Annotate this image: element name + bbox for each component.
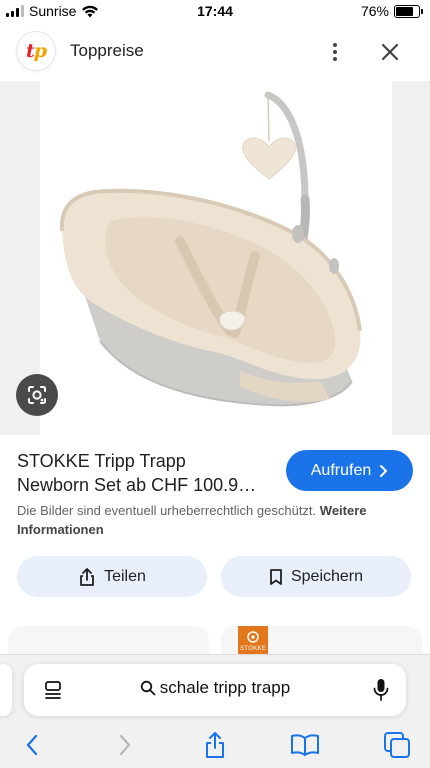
visit-button[interactable]: Aufrufen (286, 450, 413, 491)
share-button[interactable]: Teilen (17, 556, 207, 597)
microphone-icon[interactable] (372, 677, 390, 703)
forward-icon[interactable] (110, 730, 140, 760)
site-favicon: tp (17, 32, 55, 70)
back-icon[interactable] (17, 730, 47, 760)
share-sheet-icon[interactable] (200, 730, 230, 760)
visit-button-label: Aufrufen (310, 461, 372, 479)
lens-search-button[interactable] (16, 374, 58, 416)
share-icon (80, 567, 94, 586)
stokke-logo-mark (247, 631, 259, 643)
tabs-icon[interactable] (382, 730, 412, 760)
address-bar[interactable]: schale tripp trapp (24, 664, 406, 716)
share-label: Teilen (104, 567, 146, 585)
product-image[interactable] (40, 81, 392, 435)
save-button[interactable]: Speichern (221, 556, 411, 597)
newborn-seat-illustration (59, 91, 362, 407)
search-icon (140, 680, 156, 696)
product-title-line1: STOKKE Tripp Trapp (17, 451, 186, 471)
chevron-right-icon (380, 464, 388, 477)
search-query: schale tripp trapp (159, 678, 291, 697)
lens-camera-icon (28, 386, 46, 404)
battery-icon (394, 4, 423, 18)
more-options-icon[interactable] (323, 40, 347, 64)
close-icon[interactable] (376, 38, 404, 66)
product-title[interactable]: STOKKE Tripp Trapp Newborn Set ab CHF 10… (17, 449, 279, 497)
lens-result-header: tp Toppreise (0, 28, 430, 74)
status-bar: Sunrise 17:44 76% (0, 0, 430, 22)
product-title-line2: Newborn Set ab CHF 100.9… (17, 475, 257, 495)
previous-tab-peek[interactable] (0, 664, 12, 716)
battery-percent: 76% (360, 3, 389, 19)
save-label: Speichern (290, 567, 364, 585)
product-image-area (0, 81, 430, 435)
search-field[interactable]: schale tripp trapp (24, 678, 406, 698)
site-name: Toppreise (70, 41, 144, 60)
status-right: 76% (360, 3, 423, 19)
bookmark-icon (270, 568, 282, 585)
copyright-notice: Die Bilder sind eventuell urheberrechtli… (17, 501, 417, 539)
stokke-logo: STOKKE (238, 626, 268, 656)
copyright-text: Die Bilder sind eventuell urheberrechtli… (17, 503, 317, 518)
bookmarks-icon[interactable] (290, 730, 320, 760)
